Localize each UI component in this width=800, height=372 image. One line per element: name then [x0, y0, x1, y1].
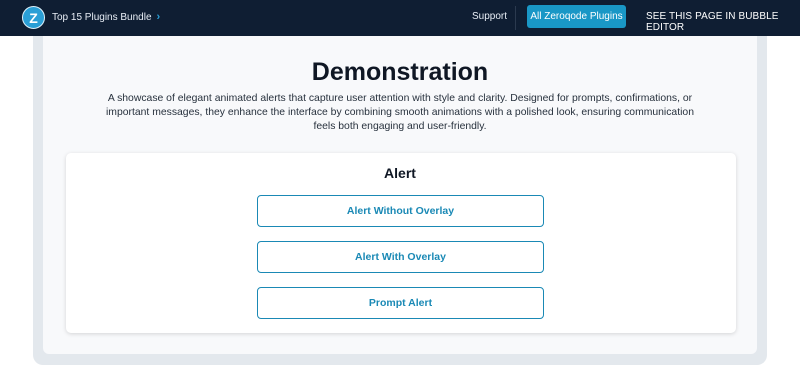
all-plugins-button[interactable]: All Zeroqode Plugins — [527, 5, 626, 28]
alert-panel-title: Alert — [384, 165, 416, 181]
top-navbar: Z Top 15 Plugins Bundle › Support All Ze… — [0, 0, 800, 36]
page-title: Demonstration — [311, 58, 489, 86]
alert-without-overlay-button[interactable]: Alert Without Overlay — [257, 195, 544, 227]
zeroqode-logo-icon[interactable]: Z — [22, 6, 45, 29]
page-description: A showcase of elegant animated alerts th… — [106, 93, 694, 132]
alert-with-overlay-button[interactable]: Alert With Overlay — [257, 241, 544, 273]
bubble-editor-link[interactable]: SEE THIS PAGE IN BUBBLE EDITOR — [646, 11, 800, 33]
nav-divider — [515, 6, 516, 30]
logo-letter: Z — [29, 9, 38, 26]
bundle-breadcrumb[interactable]: Top 15 Plugins Bundle › — [52, 11, 160, 23]
support-link[interactable]: Support — [472, 11, 507, 22]
bundle-label: Top 15 Plugins Bundle — [52, 11, 152, 23]
prompt-alert-button[interactable]: Prompt Alert — [257, 287, 544, 319]
chevron-right-icon: › — [156, 11, 161, 23]
